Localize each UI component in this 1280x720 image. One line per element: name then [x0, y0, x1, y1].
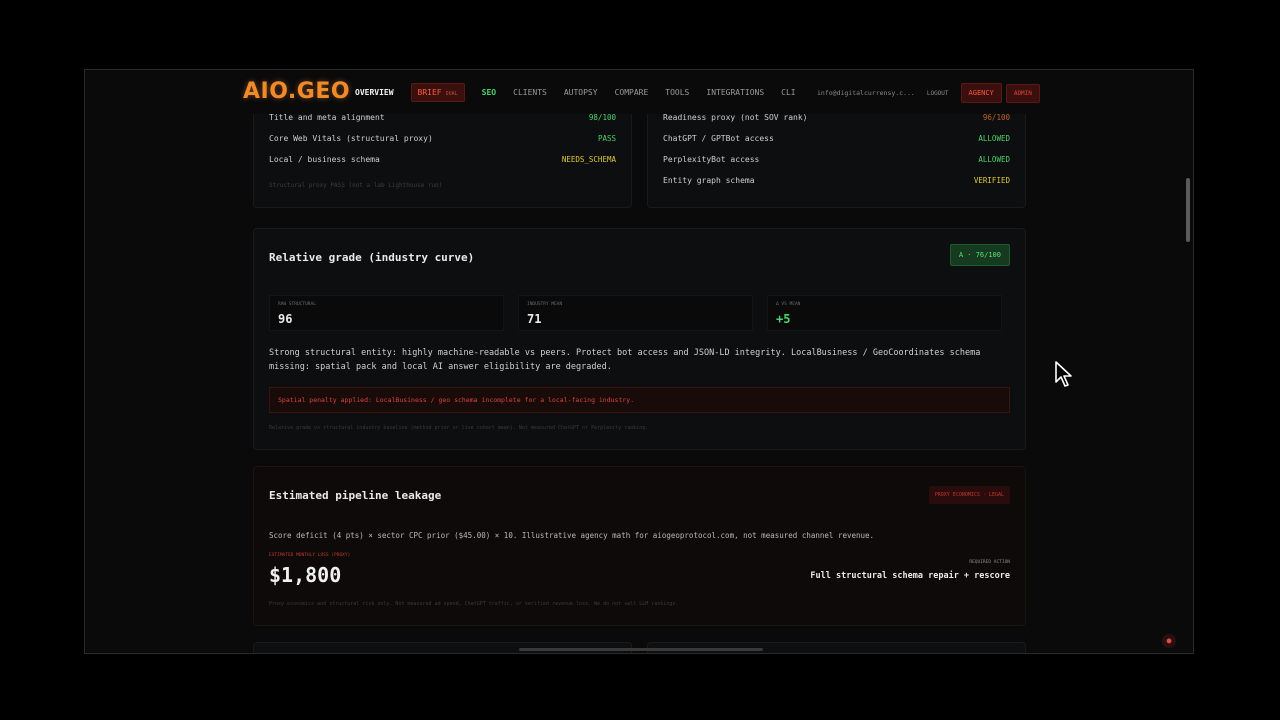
stat-industry-mean: INDUSTRY MEAN 71	[518, 295, 753, 331]
nav-compare[interactable]: COMPARE	[615, 88, 649, 97]
spatial-penalty-alert: Spatial penalty applied: LocalBusiness /…	[269, 387, 1010, 413]
admin-button[interactable]: ADMIN	[1005, 83, 1040, 103]
logout-link[interactable]: LOGOUT	[927, 90, 949, 97]
user-email: info@digitalcurrensy.c...	[817, 89, 915, 97]
nav-brief-tag: DUAL	[445, 91, 458, 97]
grade-badge: A · 76/100	[949, 244, 1010, 266]
required-action-label: REQUIRED ACTION	[969, 560, 1010, 565]
nav-cli[interactable]: CLI	[781, 88, 795, 97]
leakage-title: Estimated pipeline leakage	[269, 489, 442, 502]
required-action-value: Full structural schema repair + rescore	[810, 571, 1010, 581]
access-label-perplexity: PerplexityBot access	[663, 155, 760, 164]
grade-title: Relative grade (industry curve)	[269, 251, 475, 264]
stat-label: RAW STRUCTURAL	[278, 302, 316, 307]
leakage-description: Score deficit (4 pts) × sector CPC prior…	[269, 531, 875, 540]
stat-raw-structural: RAW STRUCTURAL 96	[269, 295, 504, 331]
check-value-cwv: PASS	[597, 134, 616, 143]
nav-brief-label: BRIEF	[417, 88, 442, 97]
access-value-readiness: 96/100	[982, 113, 1010, 122]
nav-clients[interactable]: CLIENTS	[513, 88, 547, 97]
proxy-economics-badge: PROXY ECONOMICS · LEGAL	[928, 486, 1010, 504]
stat-value: 71	[527, 312, 542, 326]
app-logo[interactable]: AIO.GEO	[243, 79, 350, 104]
nav-overview[interactable]: OVERVIEW	[355, 88, 394, 97]
check-label-local-schema: Local / business schema	[269, 155, 380, 164]
pipeline-leakage-card: Estimated pipeline leakage PROXY ECONOMI…	[253, 466, 1026, 626]
access-value-entity: VERIFIED	[973, 176, 1010, 185]
mouse-cursor-icon	[1055, 361, 1072, 387]
monthly-loss-value: $1,800	[269, 563, 342, 587]
horizontal-scrollbar[interactable]	[519, 648, 763, 651]
access-value-gptbot: ALLOWED	[978, 134, 1010, 143]
check-label-cwv: Core Web Vitals (structural proxy)	[269, 134, 433, 143]
nav-account: info@digitalcurrensy.c... LOGOUT AGENCY …	[817, 83, 1052, 103]
nav-integrations[interactable]: INTEGRATIONS	[706, 88, 764, 97]
grade-footnote: Relative grade vs structural industry ba…	[269, 425, 649, 431]
vertical-scrollbar[interactable]	[1186, 178, 1190, 242]
grade-summary: Strong structural entity: highly machine…	[269, 348, 981, 372]
leakage-footnote: Proxy economics and structural risk only…	[269, 601, 679, 607]
agency-button[interactable]: AGENCY	[960, 83, 1002, 103]
check-label-title-meta: Title and meta alignment	[269, 113, 385, 122]
check-value-local-schema: NEEDS_SCHEMA	[561, 155, 616, 164]
top-nav: AIO.GEO OVERVIEW BRIEF DUAL SEO CLIENTS A…	[85, 70, 1193, 114]
stat-delta-vs-mean: Δ VS MEAN +5	[767, 295, 1002, 331]
nav-links: OVERVIEW BRIEF DUAL SEO CLIENTS AUTOPSY C…	[355, 83, 813, 102]
access-label-readiness: Readiness proxy (not SOV rank)	[663, 113, 808, 122]
stat-label: INDUSTRY MEAN	[527, 302, 563, 307]
monthly-loss-label: ESTIMATED MONTHLY LOSS (PROXY)	[269, 553, 351, 558]
check-value-title-meta: 98/100	[588, 113, 616, 122]
stat-value: 96	[278, 312, 293, 326]
stat-value: +5	[776, 312, 791, 326]
nav-brief[interactable]: BRIEF DUAL	[410, 83, 465, 102]
nav-tools[interactable]: TOOLS	[665, 88, 689, 97]
nav-seo[interactable]: SEO	[482, 88, 496, 97]
access-label-entity: Entity graph schema	[663, 176, 755, 185]
browser-window: AIO.GEO OVERVIEW BRIEF DUAL SEO CLIENTS A…	[84, 69, 1194, 654]
access-label-gptbot: ChatGPT / GPTBot access	[663, 134, 774, 143]
nav-autopsy[interactable]: AUTOPSY	[564, 88, 598, 97]
stat-label: Δ VS MEAN	[776, 302, 801, 307]
relative-grade-card: Relative grade (industry curve) A · 76/1…	[253, 228, 1026, 450]
technical-footnote: Structural proxy PASS (not a lab Lightho…	[269, 182, 443, 189]
access-value-perplexity: ALLOWED	[978, 155, 1010, 164]
assistant-icon[interactable]: ●	[1162, 634, 1176, 648]
